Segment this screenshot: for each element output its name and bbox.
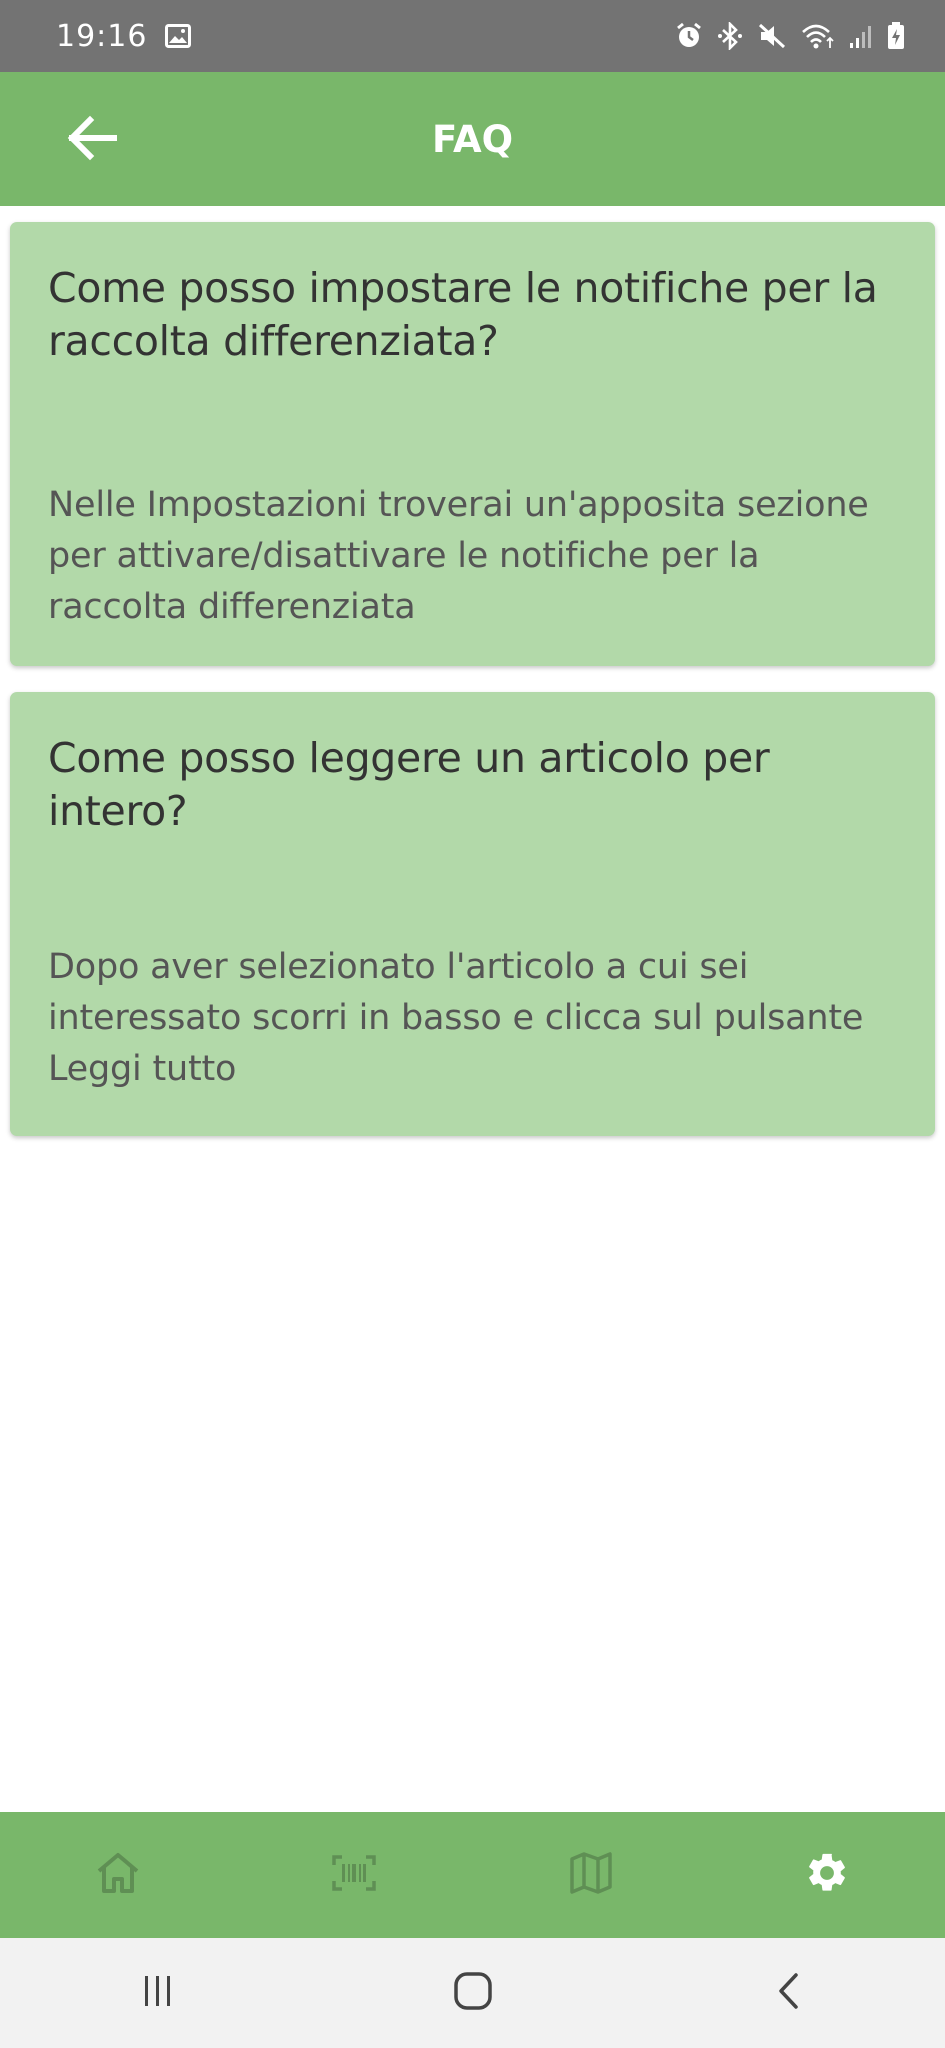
image-icon <box>165 24 192 48</box>
home-button[interactable] <box>315 1938 630 2048</box>
faq-answer: Nelle Impostazioni troverai un'apposita … <box>48 485 869 627</box>
back-system-button[interactable] <box>630 1938 945 2048</box>
nav-settings[interactable] <box>709 1812 945 1938</box>
back-chevron-icon <box>774 1971 802 2016</box>
arrow-left-icon <box>66 115 118 166</box>
recents-button[interactable] <box>0 1938 315 2048</box>
map-icon <box>569 1851 613 1900</box>
nav-barcode-scan[interactable] <box>236 1812 472 1938</box>
faq-card[interactable]: Come posso impostare le notifiche per la… <box>10 222 935 666</box>
barcode-scan-icon <box>332 1854 377 1896</box>
back-button[interactable] <box>60 108 124 172</box>
bottom-navigation <box>0 1812 945 1938</box>
alarm-icon <box>675 22 703 50</box>
faq-question: Come posso leggere un articolo per inter… <box>48 734 770 835</box>
status-bar: 19:16 <box>0 0 945 72</box>
nav-map[interactable] <box>473 1812 709 1938</box>
wifi-icon <box>801 22 835 50</box>
recents-icon <box>140 1974 176 2013</box>
mute-icon <box>757 22 787 50</box>
page-title: FAQ <box>431 117 514 161</box>
signal-icon <box>849 23 873 49</box>
nav-home[interactable] <box>0 1812 236 1938</box>
faq-answer: Dopo aver selezionato l'articolo a cui s… <box>48 947 864 1089</box>
status-time: 19:16 <box>56 18 148 54</box>
battery-charging-icon <box>887 22 905 50</box>
settings-gear-icon <box>804 1850 850 1901</box>
system-navigation-bar <box>0 1938 945 2048</box>
home-circle-icon <box>453 1971 493 2016</box>
faq-card[interactable]: Come posso leggere un articolo per inter… <box>10 692 935 1136</box>
bluetooth-icon <box>717 22 743 50</box>
home-icon <box>95 1851 141 1900</box>
faq-question: Come posso impostare le notifiche per la… <box>48 264 878 365</box>
app-bar: FAQ <box>0 72 945 206</box>
